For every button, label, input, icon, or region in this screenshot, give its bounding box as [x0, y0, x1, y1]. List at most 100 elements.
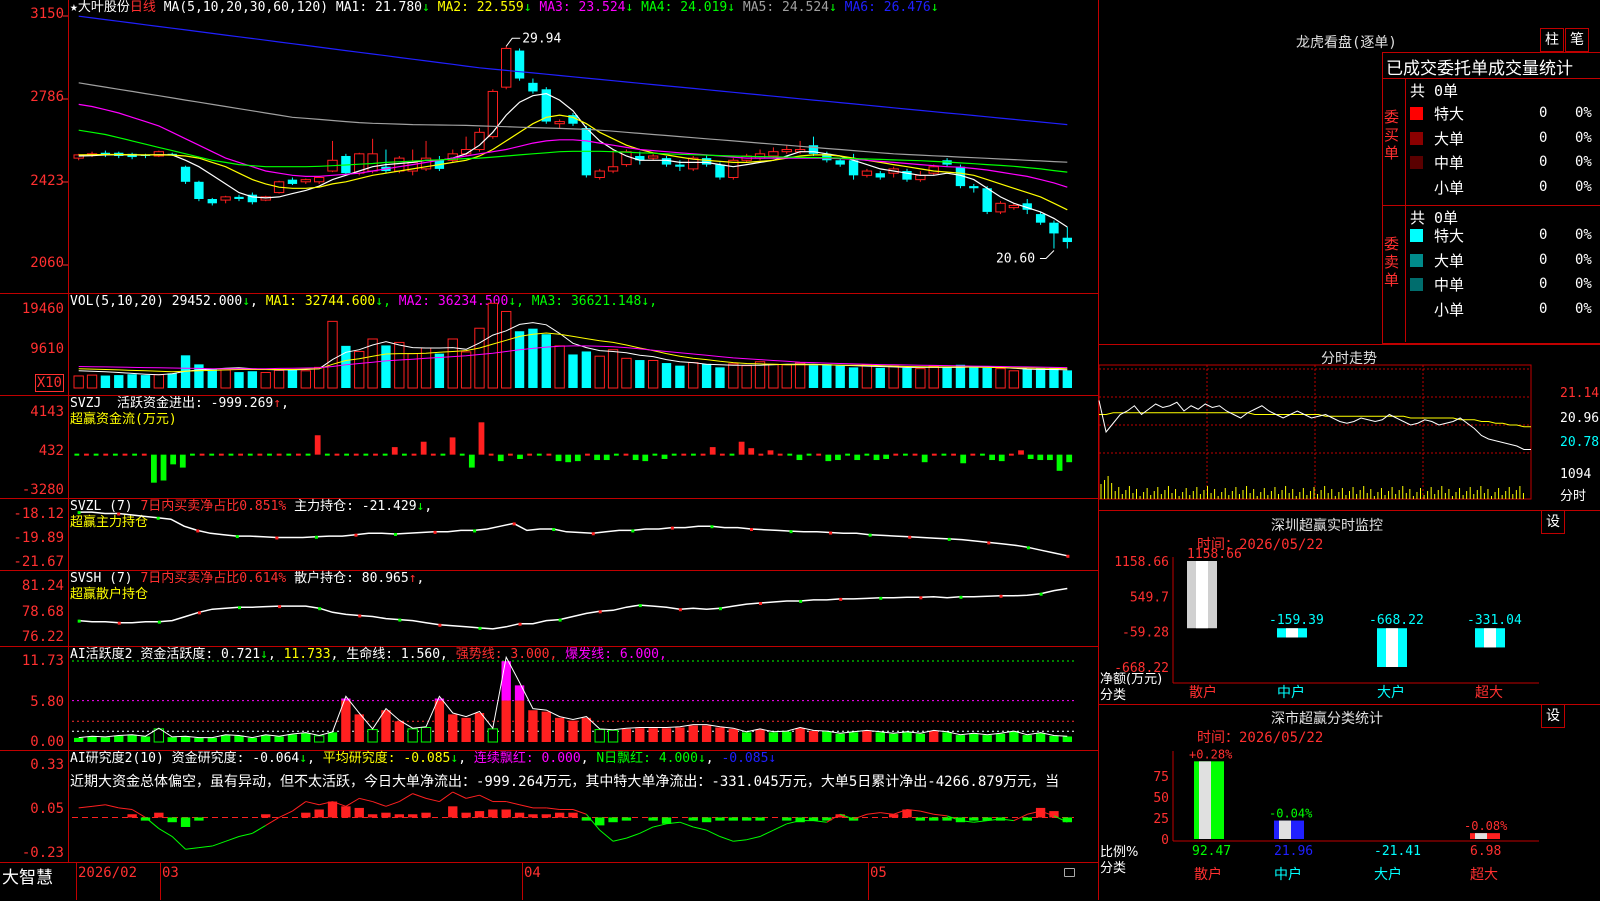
research-line: [425, 797, 440, 803]
classify-chart[interactable]: 75 50 25 0 +0.28% 92.47 散户 -0.04% 21.96 中户 -21.41 大…: [1099, 705, 1600, 901]
active-bar: [394, 721, 404, 742]
active-bar: [274, 736, 284, 742]
research-line: [91, 804, 106, 807]
volume-pane[interactable]: 19460 9610 X10 VOL(5,10,20) 29452.000↓, …: [0, 294, 1098, 396]
intraday-chart[interactable]: [1098, 345, 1600, 511]
intraday-panel[interactable]: 分时走势 21.14 20.96 20.78 1094 分时: [1098, 344, 1600, 511]
flow-bar: [555, 454, 562, 462]
holding-dot: [278, 605, 282, 609]
flow-bar: [468, 454, 475, 468]
rt-category-label: 中户: [1277, 684, 1305, 701]
flow-bar: [1018, 450, 1024, 455]
active-bar: [87, 736, 97, 742]
active-bar: [114, 735, 124, 742]
high-label: 29.94: [522, 31, 561, 46]
research-line: [506, 801, 520, 806]
ai-research-pane[interactable]: 0.33 0.05 -0.23 AI研究度2(10) 资金研究度: -0.064…: [0, 751, 1098, 863]
flow-bar: [314, 435, 321, 455]
price-pane[interactable]: 3150 2786 2423 2060 ★大叶股份日线 MA(5,10,20,3…: [0, 0, 1098, 294]
rt-y-tick: -668.22: [1114, 661, 1169, 676]
active-bar: [715, 727, 725, 742]
tick-mode-button[interactable]: 笔: [1565, 28, 1589, 52]
order-pct: 0%: [1575, 105, 1592, 121]
flow-bar: [767, 450, 774, 455]
order-count: 0: [1539, 105, 1548, 121]
research-line: [372, 801, 387, 807]
research-line: [719, 836, 734, 842]
svzl-chart[interactable]: [0, 499, 1098, 570]
candle: [848, 160, 859, 176]
order-count: 0: [1539, 154, 1548, 170]
candle: [1049, 222, 1059, 234]
ai-research-chart[interactable]: [0, 751, 1098, 862]
rt-category-label: 大户: [1377, 684, 1405, 701]
holding-dot: [868, 533, 872, 537]
research-bar: [568, 812, 578, 818]
dragon-hline: [1382, 78, 1600, 79]
order-count: 0: [1539, 251, 1548, 268]
realtime-chart[interactable]: 1158.66 549.7 -59.28 -668.22 1158.66 散户 -159.3…: [1099, 511, 1600, 705]
holding-dot: [987, 541, 991, 545]
flow-bar: [661, 454, 668, 459]
dragon-panel[interactable]: 龙虎看盘(逐单) 柱 笔 已成交委托单成交量统计 委买单 委卖单 共 0单 共 …: [1099, 0, 1600, 344]
candle: [514, 50, 525, 79]
column-mode-button[interactable]: 柱: [1540, 28, 1564, 52]
flow-bar: [160, 454, 167, 481]
research-line: [599, 829, 614, 842]
research-bar: [942, 817, 952, 821]
active-bar: [621, 728, 632, 742]
volume-bar: [287, 369, 298, 388]
volume-bar: [501, 310, 512, 389]
cls-value-label: 6.98: [1470, 844, 1501, 859]
svzj-chart[interactable]: [0, 396, 1098, 498]
buy-side-label: 委买单: [1384, 108, 1400, 162]
realtime-panel[interactable]: 深圳超赢实时监控 设 时间：2026/05/22 净额(万元) 分类 1158.…: [1099, 510, 1600, 705]
research-bar: [715, 817, 725, 821]
brand-label[interactable]: 大智慧: [2, 863, 53, 888]
volume-bar: [487, 302, 499, 389]
lock-icon[interactable]: [1064, 868, 1075, 877]
research-line: [145, 817, 160, 829]
research-line: [452, 791, 467, 799]
order-pct: 0%: [1575, 178, 1592, 195]
svzl-pane[interactable]: -18.12 -19.89 -21.67 SVZL (7) 7日内买卖净占比0.…: [0, 499, 1098, 571]
svsh-chart[interactable]: [0, 571, 1098, 646]
order-size-label: 中单: [1434, 154, 1465, 172]
research-bar: [648, 817, 658, 821]
volume-chart[interactable]: [0, 294, 1098, 395]
research-bar: [528, 814, 538, 818]
research-bar: [341, 806, 351, 818]
ai-active-pane[interactable]: 11.73 5.80 0.00 AI活跃度2 资金活跃度: 0.721↓, 11…: [0, 647, 1098, 751]
holding-dot: [117, 621, 121, 625]
candlestick-chart[interactable]: 29.94 20.60: [0, 0, 1098, 293]
research-line: [158, 828, 173, 837]
active-bar: [648, 728, 658, 742]
active-bar: [768, 732, 779, 742]
ai-active-chart[interactable]: [0, 647, 1098, 750]
active-bar: [995, 733, 1006, 742]
holding-dot: [358, 614, 362, 618]
volume-bar: [273, 369, 285, 389]
volume-bar: [354, 350, 365, 389]
research-bar: [301, 812, 311, 818]
classify-panel[interactable]: 深市超赢分类统计 设 时间：2026/05/22 比例% 分类 75 50 25 0 +…: [1099, 704, 1600, 901]
research-bar: [421, 812, 431, 818]
svsh-pane[interactable]: 81.24 78.68 76.22 SVSH (7) 7日内买卖净占比0.614…: [0, 571, 1098, 647]
research-bar: [488, 809, 498, 818]
holding-dot: [512, 522, 516, 526]
holding-dot: [799, 599, 803, 603]
time-bar-divider: [868, 862, 869, 900]
volume-bar: [207, 369, 217, 388]
volume-bar: [327, 320, 338, 389]
research-bar: [448, 806, 458, 818]
volume-bar: [313, 366, 325, 389]
active-bar: [261, 735, 271, 742]
svzj-pane[interactable]: 4143 432 -3280 SVZJ 活跃资金进出: -999.269↑, 超…: [0, 396, 1098, 499]
active-bar: [795, 728, 805, 742]
holding-dot: [598, 610, 602, 614]
low-marker: [1039, 250, 1055, 259]
flow-bar: [883, 454, 890, 459]
active-bar: [581, 717, 592, 742]
active-bar: [635, 728, 645, 742]
flow-bar: [989, 454, 995, 461]
